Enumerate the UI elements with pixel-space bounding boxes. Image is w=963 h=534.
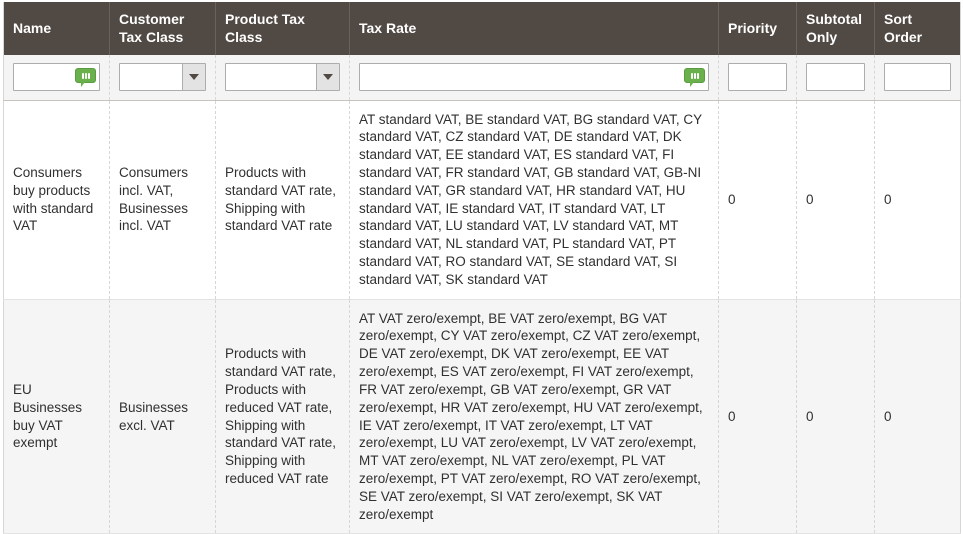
- column-header-name-label: Name: [13, 19, 52, 36]
- table-row[interactable]: EU Businesses buy VAT exempt Businesses …: [3, 299, 961, 534]
- cell-sort-order: 0: [874, 100, 961, 300]
- grid-header: Name Customer Tax Class Product Tax Class…: [3, 2, 961, 55]
- column-header-tax-rate-label: Tax Rate: [359, 19, 417, 36]
- autofill-bubble-icon[interactable]: [684, 68, 705, 88]
- column-header-sort-order[interactable]: Sort Order: [874, 2, 961, 55]
- grid-header-row: Name Customer Tax Class Product Tax Class…: [3, 2, 961, 55]
- filter-cell-subtotal-only: [796, 55, 875, 101]
- column-header-product-tax-class-label: Product Tax Class: [225, 11, 305, 45]
- cell-priority: 0: [718, 100, 797, 300]
- sort-order-filter-input[interactable]: [884, 63, 951, 92]
- filter-cell-sort-order: [874, 55, 961, 101]
- column-header-customer-tax-class-label: Customer Tax Class: [119, 11, 185, 45]
- cell-tax-rate: AT standard VAT, BE standard VAT, BG sta…: [349, 100, 719, 300]
- column-header-customer-tax-class[interactable]: Customer Tax Class: [109, 2, 216, 55]
- cell-sort-order: 0: [874, 299, 961, 534]
- product-tax-class-filter-select[interactable]: [225, 63, 340, 92]
- autofill-bubble-icon[interactable]: [75, 68, 96, 88]
- tax-rules-grid-container: Name Customer Tax Class Product Tax Class…: [0, 0, 963, 534]
- cell-customer-tax-class: Consumers incl. VAT, Businesses incl. VA…: [109, 100, 216, 300]
- column-header-name[interactable]: Name: [3, 2, 110, 55]
- name-filter-shell: [13, 63, 100, 92]
- cell-customer-tax-class: Businesses excl. VAT: [109, 299, 216, 534]
- column-header-subtotal-only[interactable]: Subtotal Only: [796, 2, 875, 55]
- column-header-sort-order-label: Sort Order: [884, 11, 923, 45]
- cell-product-tax-class: Products with standard VAT rate, Shippin…: [215, 100, 350, 300]
- column-header-subtotal-only-label: Subtotal Only: [806, 11, 862, 45]
- cell-priority: 0: [718, 299, 797, 534]
- column-header-priority[interactable]: Priority: [718, 2, 797, 55]
- cell-subtotal-only: 0: [796, 299, 875, 534]
- filter-cell-priority: [718, 55, 797, 101]
- filter-cell-tax-rate: [349, 55, 719, 101]
- column-header-priority-label: Priority: [728, 19, 778, 36]
- customer-tax-class-filter-value: [120, 64, 182, 90]
- tax-rate-filter-shell: [359, 63, 709, 92]
- priority-filter-input[interactable]: [728, 63, 787, 92]
- cell-tax-rate: AT VAT zero/exempt, BE VAT zero/exempt, …: [349, 299, 719, 534]
- filter-cell-name: [3, 55, 110, 101]
- table-row[interactable]: Consumers buy products with standard VAT…: [3, 100, 961, 300]
- cell-product-tax-class: Products with standard VAT rate, Product…: [215, 299, 350, 534]
- cell-name: Consumers buy products with standard VAT: [3, 100, 110, 300]
- chevron-down-icon[interactable]: [316, 64, 339, 91]
- tax-rules-grid: Name Customer Tax Class Product Tax Class…: [3, 2, 961, 534]
- chevron-down-icon[interactable]: [182, 64, 205, 91]
- grid-body: Consumers buy products with standard VAT…: [3, 55, 961, 534]
- customer-tax-class-filter-select[interactable]: [119, 63, 206, 92]
- cell-subtotal-only: 0: [796, 100, 875, 300]
- cell-name: EU Businesses buy VAT exempt: [3, 299, 110, 534]
- subtotal-only-filter-input[interactable]: [806, 63, 865, 92]
- column-header-tax-rate[interactable]: Tax Rate: [349, 2, 719, 55]
- filter-cell-product-tax-class: [215, 55, 350, 101]
- grid-filter-row: [3, 55, 961, 101]
- column-header-product-tax-class[interactable]: Product Tax Class: [215, 2, 350, 55]
- product-tax-class-filter-value: [226, 64, 316, 90]
- tax-rate-filter-input[interactable]: [359, 63, 709, 92]
- filter-cell-customer-tax-class: [109, 55, 216, 101]
